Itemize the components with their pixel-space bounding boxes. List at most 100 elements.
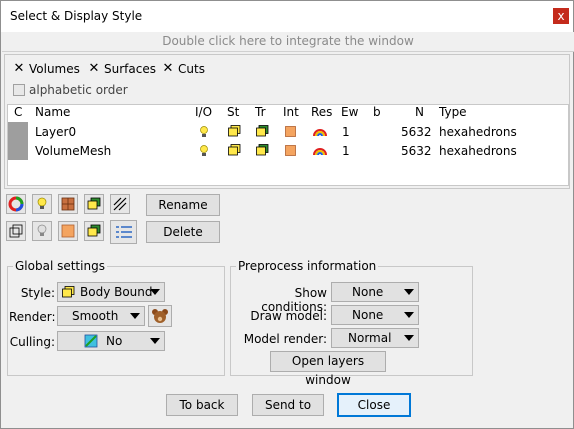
col-header-name[interactable]: Name — [35, 105, 70, 119]
title-bar[interactable]: Select & Display Style x — [1, 1, 573, 32]
checked-icon: ✕ — [162, 61, 174, 76]
wireframe-box-button[interactable] — [6, 221, 26, 241]
col-header-res[interactable]: Res — [311, 105, 332, 119]
transparency-icon[interactable] — [256, 144, 269, 156]
rainbow-icon[interactable] — [313, 145, 327, 156]
interior-icon[interactable] — [285, 145, 296, 156]
rename-button[interactable]: Rename — [146, 194, 220, 216]
lightbulb-icon[interactable] — [199, 145, 209, 157]
render-value: Smooth — [72, 309, 119, 323]
render-options-button[interactable] — [148, 305, 172, 327]
delete-button[interactable]: Delete — [146, 221, 220, 243]
solid-style-icon[interactable] — [228, 125, 241, 137]
transparency-icon[interactable] — [256, 125, 269, 137]
send-to-button[interactable]: Send to — [252, 394, 324, 416]
row-name: VolumeMesh — [35, 144, 112, 158]
style-value: Body Bound — [80, 285, 153, 299]
rainbow-icon[interactable] — [313, 126, 327, 137]
culling-label: Culling: — [9, 335, 55, 349]
row-ew: 1 — [342, 144, 350, 158]
layer-color-swatch[interactable] — [8, 141, 28, 160]
row-ew: 1 — [342, 125, 350, 139]
style-select[interactable]: Body Bound — [57, 282, 165, 302]
list-icon — [116, 226, 132, 238]
unchecked-box-icon — [13, 84, 25, 96]
row-type: hexahedrons — [439, 125, 517, 139]
to-back-button[interactable]: To back — [166, 394, 238, 416]
row-type: hexahedrons — [439, 144, 517, 158]
col-header-n[interactable]: N — [415, 105, 424, 119]
global-settings-title: Global settings — [13, 259, 107, 273]
col-header-int[interactable]: Int — [283, 105, 299, 119]
model-render-select[interactable]: Normal — [331, 328, 419, 348]
chevron-down-icon — [404, 335, 414, 341]
dock-bar[interactable]: Double click here to integrate the windo… — [2, 32, 574, 52]
interior-icon[interactable] — [285, 126, 296, 137]
checked-icon: ✕ — [13, 61, 25, 76]
diagonal-lines-icon — [113, 197, 127, 211]
select-display-style-window: Select & Display Style x Double click he… — [0, 0, 574, 429]
volumes-label: Volumes — [29, 62, 80, 76]
light-off-button[interactable] — [32, 221, 52, 241]
alphabetic-order-label: alphabetic order — [29, 83, 128, 97]
alphabetic-order-checkbox[interactable]: alphabetic order — [13, 83, 128, 97]
col-header-type[interactable]: Type — [439, 105, 467, 119]
window-title: Select & Display Style — [10, 9, 143, 23]
model-render-value: Normal — [348, 331, 392, 345]
transparency-button[interactable] — [84, 194, 104, 214]
bear-icon — [152, 309, 168, 323]
color-wheel-icon — [8, 196, 24, 212]
lightbulb-off-icon — [37, 224, 47, 236]
brick-texture-button[interactable] — [58, 194, 78, 214]
solid-style-button[interactable] — [84, 221, 104, 241]
interior-icon — [61, 224, 75, 238]
draw-model-select[interactable]: None — [331, 305, 419, 325]
list-view-button[interactable] — [110, 220, 137, 244]
row-n: 5632 — [401, 125, 432, 139]
body-bound-icon — [62, 286, 75, 298]
draw-model-value: None — [352, 308, 384, 322]
draw-model-label: Draw model: — [250, 309, 327, 323]
col-header-tr[interactable]: Tr — [255, 105, 266, 119]
layer-color-swatch[interactable] — [8, 122, 28, 141]
chevron-down-icon — [150, 289, 160, 295]
table-row[interactable]: VolumeMesh 1 5632 hexahedrons — [8, 141, 568, 160]
lightbulb-icon[interactable] — [199, 126, 209, 138]
render-label: Render: — [9, 310, 56, 324]
transparency-icon — [87, 197, 101, 210]
open-layers-window-button[interactable]: Open layers window — [270, 351, 386, 387]
cuts-checkbox[interactable]: ✕ Cuts — [162, 62, 205, 76]
close-button[interactable]: Close — [337, 393, 411, 417]
volumes-checkbox[interactable]: ✕ Volumes — [13, 62, 80, 76]
brick-icon — [61, 197, 75, 211]
interior-button[interactable] — [58, 221, 78, 241]
dock-hint-text: Double click here to integrate the windo… — [162, 34, 414, 48]
show-conditions-value: None — [352, 285, 384, 299]
render-select[interactable]: Smooth — [57, 306, 145, 326]
model-render-label: Model render: — [243, 332, 327, 346]
row-n: 5632 — [401, 144, 432, 158]
show-conditions-select[interactable]: None — [331, 282, 419, 302]
table-row[interactable]: Layer0 1 5632 hexahedrons — [8, 122, 568, 141]
row-name: Layer0 — [35, 125, 77, 139]
col-header-io[interactable]: I/O — [195, 105, 212, 119]
col-header-ew[interactable]: Ew — [341, 105, 358, 119]
hatch-style-button[interactable] — [110, 194, 130, 214]
col-header-b[interactable]: b — [373, 105, 381, 119]
culling-value: No — [106, 334, 123, 348]
surfaces-checkbox[interactable]: ✕ Surfaces — [88, 62, 156, 76]
culling-icon — [84, 334, 98, 348]
col-header-c[interactable]: C — [14, 105, 22, 119]
lightbulb-icon — [37, 197, 47, 209]
lightbulb-button[interactable] — [32, 194, 52, 214]
solid-style-icon — [87, 224, 101, 237]
solid-style-icon[interactable] — [228, 144, 241, 156]
color-wheel-button[interactable] — [6, 194, 26, 214]
col-header-st[interactable]: St — [227, 105, 239, 119]
style-label: Style: — [20, 286, 55, 300]
preprocess-title: Preprocess information — [236, 259, 379, 273]
chevron-down-icon — [150, 338, 160, 344]
close-window-button[interactable]: x — [553, 8, 569, 24]
chevron-down-icon — [130, 313, 140, 319]
culling-select[interactable]: No — [57, 331, 165, 351]
